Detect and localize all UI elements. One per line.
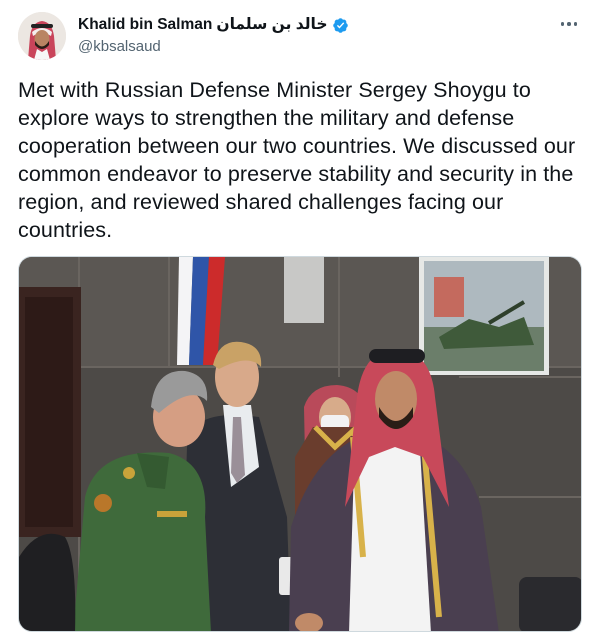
display-name[interactable]: Khalid bin Salman <box>78 15 212 35</box>
photo-image <box>19 257 581 631</box>
handle[interactable]: @kbsalsaud <box>78 37 349 57</box>
avatar-image <box>18 12 66 60</box>
display-name-row: Khalid bin Salman خالد بن سلمان <box>78 15 349 35</box>
more-options-icon[interactable] <box>557 12 581 36</box>
verified-badge-icon <box>332 17 348 33</box>
tweet-text: Met with Russian Defense Minister Sergey… <box>18 78 576 242</box>
tweet-photo[interactable] <box>18 256 582 632</box>
display-name-arabic[interactable]: خالد بن سلمان <box>216 15 327 35</box>
author-info: Khalid bin Salman خالد بن سلمان @kbsalsa… <box>78 15 349 57</box>
tweet-header: Khalid bin Salman خالد بن سلمان @kbsalsa… <box>18 12 583 62</box>
avatar[interactable] <box>18 12 66 60</box>
